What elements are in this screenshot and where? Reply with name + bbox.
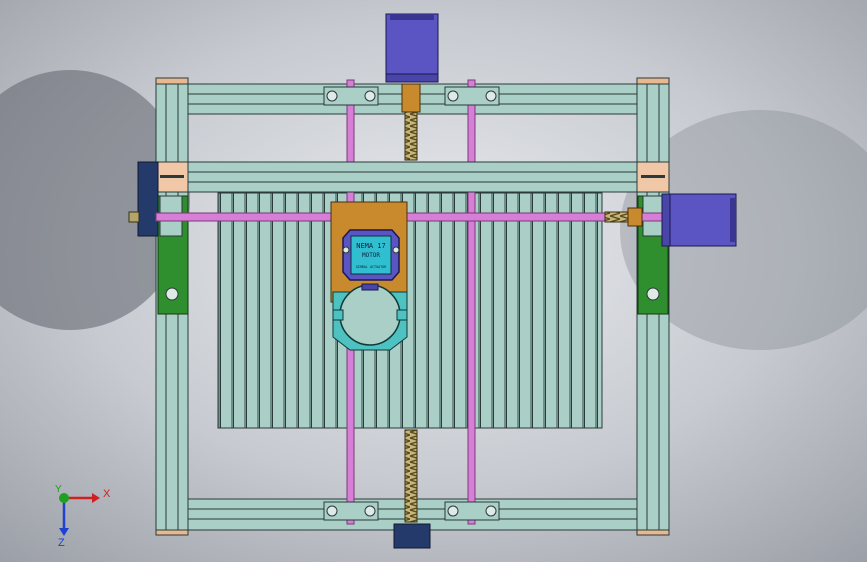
- rail-end-cap-tr: [636, 77, 670, 85]
- bearing-text-left: [160, 175, 184, 178]
- spindle-clamp-bolt: [361, 283, 379, 291]
- rail-end-cap-tl: [155, 77, 189, 85]
- x-stepper-motor[interactable]: [661, 193, 737, 247]
- left-end-bracket: [137, 161, 159, 237]
- bearing-text-right: [641, 175, 665, 178]
- axis-y-label: Y: [55, 484, 62, 495]
- y-lead-screw-lower[interactable]: [404, 429, 418, 523]
- worktable-slats[interactable]: [217, 192, 603, 429]
- x-smooth-rod[interactable]: [155, 212, 667, 222]
- rail-end-cap-br: [636, 529, 670, 536]
- y-lead-screw-upper[interactable]: [404, 111, 418, 161]
- x-shaft-coupler[interactable]: [627, 207, 643, 227]
- left-end-knob: [128, 211, 140, 223]
- motor-label-line2: MOTOR: [362, 252, 380, 259]
- axis-z-label: Z: [58, 537, 65, 549]
- y-stepper-motor[interactable]: [385, 13, 439, 83]
- rail-end-cap-bl: [155, 529, 189, 536]
- cnc-assembly-view[interactable]: NEMA 17 MOTOR GIMBAL ACTUATOR X Y Z: [0, 0, 867, 562]
- gantry-beam[interactable]: [187, 161, 638, 193]
- y-smooth-rod-right[interactable]: [467, 79, 476, 525]
- bottom-motor-stub[interactable]: [393, 523, 431, 549]
- axis-x-label: X: [103, 488, 111, 500]
- motor-label-line3: GIMBAL ACTUATOR: [356, 265, 388, 269]
- motor-label-line1: NEMA 17: [356, 242, 386, 250]
- cad-viewport[interactable]: NEMA 17 MOTOR GIMBAL ACTUATOR X Y Z: [0, 0, 867, 562]
- spindle-clamp[interactable]: [332, 284, 408, 351]
- y-shaft-coupler[interactable]: [401, 83, 421, 113]
